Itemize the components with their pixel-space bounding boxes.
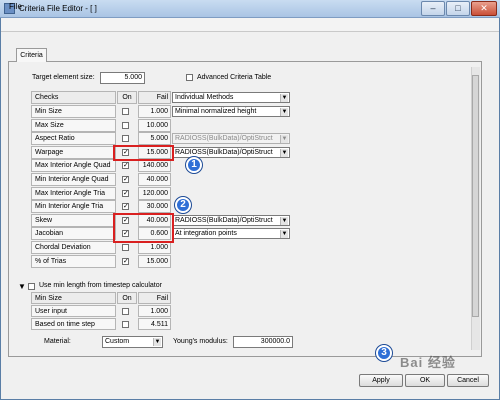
highlight-warpage — [113, 145, 174, 161]
check-row-checkbox[interactable]: ✓ — [122, 258, 129, 265]
check-row-fail[interactable]: 120.000 — [138, 187, 171, 200]
watermark: Bai 经验 — [400, 355, 456, 370]
min-length-row-label: Based on time step — [31, 318, 116, 330]
check-row-fail[interactable]: 15.000 — [138, 255, 171, 268]
check-row-label: % of Trias — [31, 255, 116, 268]
check-row-select[interactable]: At integration points ▼ — [172, 228, 290, 239]
tab-criteria[interactable]: Criteria — [16, 48, 47, 62]
min-length-row-checkbox[interactable] — [122, 308, 129, 315]
methods-select[interactable]: Individual Methods ▼ — [172, 92, 290, 103]
methods-select-value: Individual Methods — [175, 94, 234, 101]
target-size-input[interactable]: 5.000 — [100, 72, 145, 84]
material-label: Material: — [44, 338, 71, 345]
material-select-value: Custom — [105, 338, 130, 345]
header-on: On — [117, 91, 137, 104]
material-select[interactable]: Custom ▼ — [102, 336, 163, 348]
check-row-fail[interactable]: 1.000 — [138, 105, 171, 118]
min-length-row-checkbox[interactable] — [122, 321, 129, 328]
check-row-select-value: RADIOSS(BulkData)/OptiStruct — [175, 149, 273, 156]
check-row-select-value: Minimal normalized height — [175, 108, 257, 115]
chevron-down-icon: ▼ — [280, 230, 288, 238]
step-marker-2: 2 — [175, 197, 191, 213]
advanced-criteria-checkbox[interactable] — [186, 74, 193, 81]
chevron-down-icon: ▼ — [280, 135, 288, 143]
check-row-select: RADIOSS(BulkData)/OptiStruct ▼ — [172, 133, 290, 144]
chevron-down-icon: ▼ — [153, 338, 161, 346]
check-row-checkbox[interactable]: ✓ — [122, 162, 129, 169]
check-row-checkbox[interactable] — [122, 108, 129, 115]
check-row-checkbox[interactable]: ✓ — [122, 203, 129, 210]
check-row-label: Min Interior Angle Tria — [31, 200, 116, 213]
check-row-checkbox[interactable] — [122, 122, 129, 129]
min-on-header: On — [117, 292, 137, 304]
check-row-checkbox[interactable]: ✓ — [122, 176, 129, 183]
window-title: Criteria File Editor - [ ] — [19, 4, 97, 13]
step-marker-3: 3 — [376, 345, 392, 361]
youngs-modulus-input[interactable]: 300000.0 — [233, 336, 293, 348]
check-row-select[interactable]: RADIOSS(BulkData)/OptiStruct ▼ — [172, 215, 290, 226]
check-row-label: Min Interior Angle Quad — [31, 173, 116, 186]
target-size-label: Target element size: — [32, 74, 95, 81]
check-row-label: Jacobian — [31, 227, 116, 240]
ok-button[interactable]: OK — [405, 374, 445, 387]
check-row-select-value: RADIOSS(BulkData)/OptiStruct — [175, 135, 273, 142]
cancel-button[interactable]: Cancel — [447, 374, 489, 387]
min-size-header: Min Size — [31, 292, 116, 304]
check-row-select-value: At integration points — [175, 230, 237, 237]
check-row-label: Aspect Ratio — [31, 132, 116, 145]
chevron-down-icon: ▼ — [280, 94, 288, 102]
chevron-down-icon: ▼ — [280, 217, 288, 225]
check-row-select[interactable]: Minimal normalized height ▼ — [172, 106, 290, 117]
close-button[interactable]: ✕ — [471, 1, 497, 16]
check-row-checkbox[interactable] — [122, 135, 129, 142]
step-marker-1: 1 — [186, 157, 202, 173]
header-fail: Fail — [138, 91, 171, 104]
youngs-modulus-label: Young's modulus: — [173, 338, 228, 345]
min-length-row-fail[interactable]: 4.511 — [138, 318, 171, 330]
use-min-length-checkbox[interactable] — [28, 283, 35, 290]
scrollbar-thumb[interactable] — [472, 75, 479, 317]
check-row-label: Skew — [31, 214, 116, 227]
check-row-fail[interactable]: 10.000 — [138, 119, 171, 132]
check-row-label: Max Interior Angle Quad — [31, 159, 116, 172]
check-row-checkbox[interactable] — [122, 244, 129, 251]
check-row-label: Warpage — [31, 146, 116, 159]
chevron-down-icon: ▼ — [280, 149, 288, 157]
check-row-select-value: RADIOSS(BulkData)/OptiStruct — [175, 217, 273, 224]
maximize-button[interactable]: □ — [446, 1, 470, 16]
highlight-skew-jacobian — [113, 213, 174, 243]
menu-bar — [1, 18, 499, 32]
check-row-fail[interactable]: 40.000 — [138, 173, 171, 186]
check-row-fail[interactable]: 5.000 — [138, 132, 171, 145]
collapse-arrow-icon[interactable]: ▼ — [18, 282, 26, 291]
check-row-label: Min Size — [31, 105, 116, 118]
check-row-label: Max Interior Angle Tria — [31, 187, 116, 200]
check-row-select[interactable]: RADIOSS(BulkData)/OptiStruct ▼ — [172, 147, 290, 158]
apply-button[interactable]: Apply — [359, 374, 403, 387]
menu-file[interactable]: File — [9, 2, 22, 11]
min-length-row-fail[interactable]: 1.000 — [138, 305, 171, 317]
check-row-label: Chordal Deviation — [31, 241, 116, 254]
header-checks: Checks — [31, 91, 116, 104]
check-row-checkbox[interactable]: ✓ — [122, 190, 129, 197]
min-fail-header: Fail — [138, 292, 171, 304]
check-row-label: Max Size — [31, 119, 116, 132]
min-length-row-label: User input — [31, 305, 116, 317]
check-row-fail[interactable]: 30.000 — [138, 200, 171, 213]
use-min-length-label: Use min length from timestep calculator — [39, 282, 162, 289]
minimize-button[interactable]: – — [421, 1, 445, 16]
advanced-criteria-label: Advanced Criteria Table — [197, 74, 272, 81]
chevron-down-icon: ▼ — [280, 108, 288, 116]
